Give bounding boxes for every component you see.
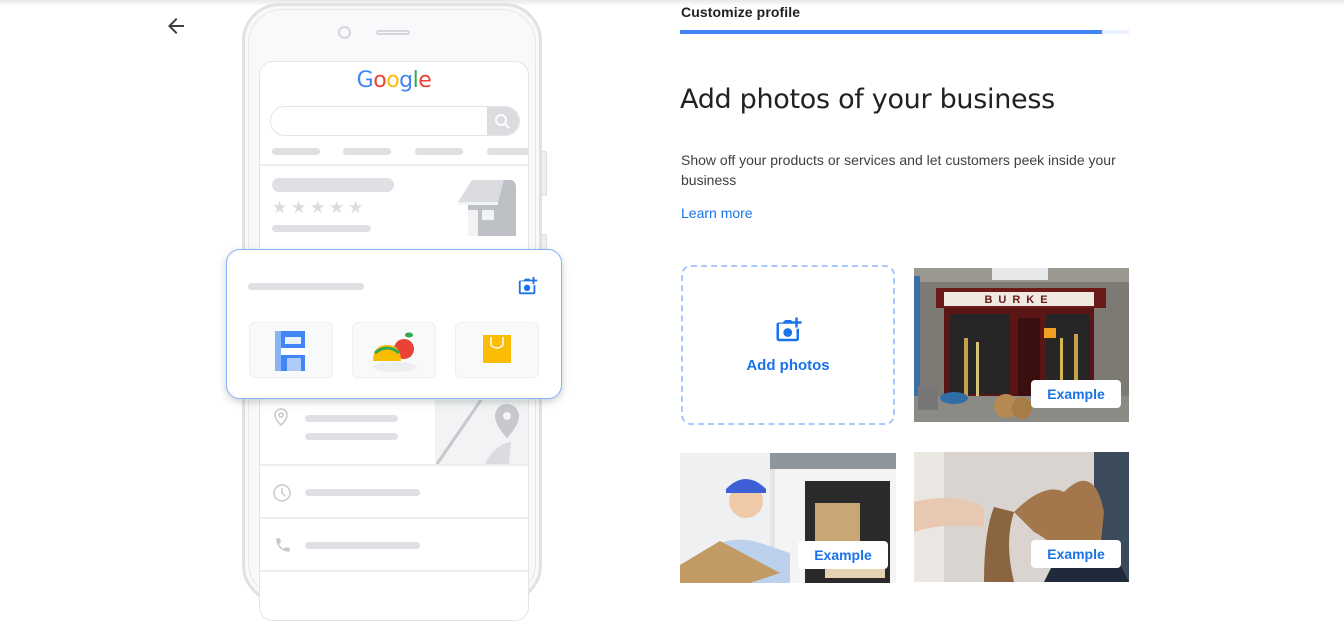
- food-tile: [352, 322, 436, 378]
- example-photo-delivery: Example: [680, 453, 896, 583]
- placeholder-line: [272, 225, 371, 232]
- star-icon: ★: [310, 198, 326, 217]
- map-pin-icon: [435, 399, 519, 465]
- search-icon: [495, 114, 510, 129]
- placeholder-line: [305, 542, 420, 549]
- placeholder-line: [272, 148, 320, 155]
- add-photo-icon: [776, 317, 802, 342]
- step-label: Customize profile: [681, 4, 801, 20]
- star-icon: ★: [329, 198, 345, 217]
- example-badge: Example: [1031, 540, 1121, 568]
- star-icon: ★: [272, 198, 288, 217]
- arrow-left-icon: [168, 18, 184, 34]
- placeholder-line: [305, 433, 398, 440]
- back-button[interactable]: [164, 14, 188, 38]
- progress-fill: [680, 30, 1103, 34]
- star-icon: ★: [291, 198, 307, 217]
- placeholder-title: [272, 178, 394, 192]
- mock-search-bar: [270, 106, 520, 136]
- placeholder-line: [248, 283, 364, 290]
- example-badge: Example: [798, 541, 888, 569]
- clock-icon: [273, 484, 291, 502]
- example-photo-salon: Example: [914, 452, 1129, 582]
- phone-icon: [276, 538, 290, 552]
- learn-more-link[interactable]: Learn more: [681, 205, 753, 221]
- mock-map: [435, 399, 528, 465]
- divider: [260, 570, 528, 572]
- svg-text:BURKE: BURKE: [984, 294, 1053, 306]
- google-logo: Google: [356, 68, 432, 93]
- food-icon: [373, 332, 417, 372]
- placeholder-line: [487, 148, 528, 155]
- phone-camera: [338, 26, 351, 39]
- building-icon: [275, 331, 309, 371]
- top-shadow: [0, 0, 1344, 6]
- divider: [260, 464, 528, 466]
- mock-search-button: [487, 107, 519, 135]
- placeholder-line: [415, 148, 463, 155]
- placeholder-line: [305, 415, 398, 422]
- divider: [260, 164, 528, 166]
- phone-speaker: [376, 30, 410, 35]
- page-description: Show off your products or services and l…: [681, 152, 1116, 188]
- example-badge: Example: [1031, 380, 1121, 408]
- storefront-tile: [249, 322, 333, 378]
- storefront-icon: [458, 180, 516, 236]
- add-photos-label: Add photos: [746, 357, 830, 374]
- location-icon: [274, 408, 288, 426]
- star-icon: ★: [348, 198, 364, 217]
- shopping-bag-icon: [483, 335, 511, 363]
- shopping-bag-tile: [455, 322, 539, 378]
- page-title: Add photos of your business: [680, 84, 1055, 115]
- add-photo-icon: [518, 276, 538, 295]
- photos-card-illustration: [226, 249, 562, 399]
- placeholder-line: [305, 489, 420, 496]
- add-photos-button[interactable]: Add photos: [681, 265, 895, 425]
- divider: [260, 517, 528, 519]
- progress-bar: [680, 30, 1129, 34]
- example-photo-storefront: BURKE Example: [914, 268, 1129, 422]
- phone-side-button: [541, 151, 547, 196]
- placeholder-line: [343, 148, 391, 155]
